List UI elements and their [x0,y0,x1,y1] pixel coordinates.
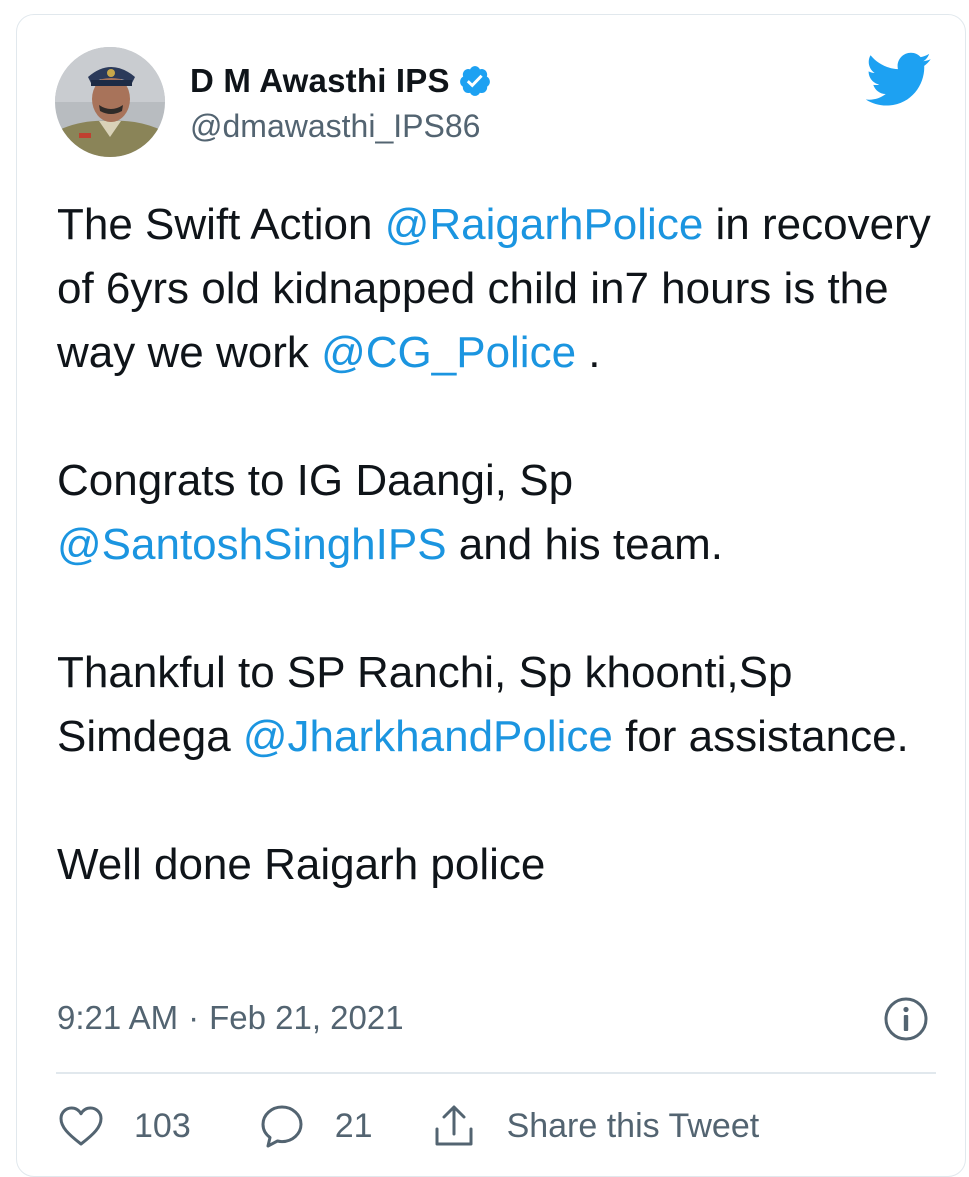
author-name-row[interactable]: D M Awasthi IPS [190,56,492,106]
speech-bubble-icon [261,1105,303,1148]
reply-button[interactable]: 21 [259,1103,373,1149]
mention-link[interactable]: @SantoshSinghIPS [57,520,447,569]
share-label: Share this Tweet [506,1106,760,1145]
action-bar: 103 21 Share this Tweet [58,1100,759,1152]
tweet-date[interactable]: Feb 21, 2021 [209,999,404,1037]
tweet-text-segment: Well done Raigarh police [57,840,546,889]
tweet-text-segment: and his team. [446,520,723,569]
tweet-text-segment: The Swift Action [57,200,385,249]
divider [56,1072,936,1074]
info-icon[interactable] [883,996,929,1042]
like-button[interactable]: 103 [58,1105,191,1147]
mention-link[interactable]: @RaigarhPolice [385,200,704,249]
tweet-paragraph: The Swift Action @RaigarhPolice in recov… [57,193,957,385]
mention-link[interactable]: @CG_Police [321,328,576,377]
tweet-body: The Swift Action @RaigarhPolice in recov… [57,193,957,897]
heart-icon [59,1106,103,1146]
tweet-timestamp[interactable]: 9:21 AM · Feb 21, 2021 [57,996,404,1040]
tweet-text-segment: for assistance. [612,712,909,761]
tweet-paragraph: Congrats to IG Daangi, Sp @SantoshSinghI… [57,449,957,577]
author-handle[interactable]: @dmawasthi_IPS86 [190,108,480,145]
tweet-text-segment: . [576,328,601,377]
tweet-text-segment: Congrats to IG Daangi, Sp [57,456,574,505]
mention-link[interactable]: @JharkhandPolice [243,712,613,761]
like-count: 103 [134,1106,191,1145]
tweet-paragraph: Thankful to SP Ranchi, Sp khoonti,Sp Sim… [57,641,957,769]
verified-badge-icon [458,64,492,98]
reply-count: 21 [334,1106,373,1145]
share-tweet-button[interactable]: Share this Tweet [431,1103,760,1149]
twitter-bird-icon[interactable] [865,52,932,108]
tweet-paragraph: Well done Raigarh police [57,833,957,897]
avatar[interactable] [55,47,165,157]
share-upload-icon [435,1105,473,1146]
meta-separator: · [188,999,200,1036]
author-display-name[interactable]: D M Awasthi IPS [190,62,450,100]
tweet-time[interactable]: 9:21 AM [57,999,178,1037]
